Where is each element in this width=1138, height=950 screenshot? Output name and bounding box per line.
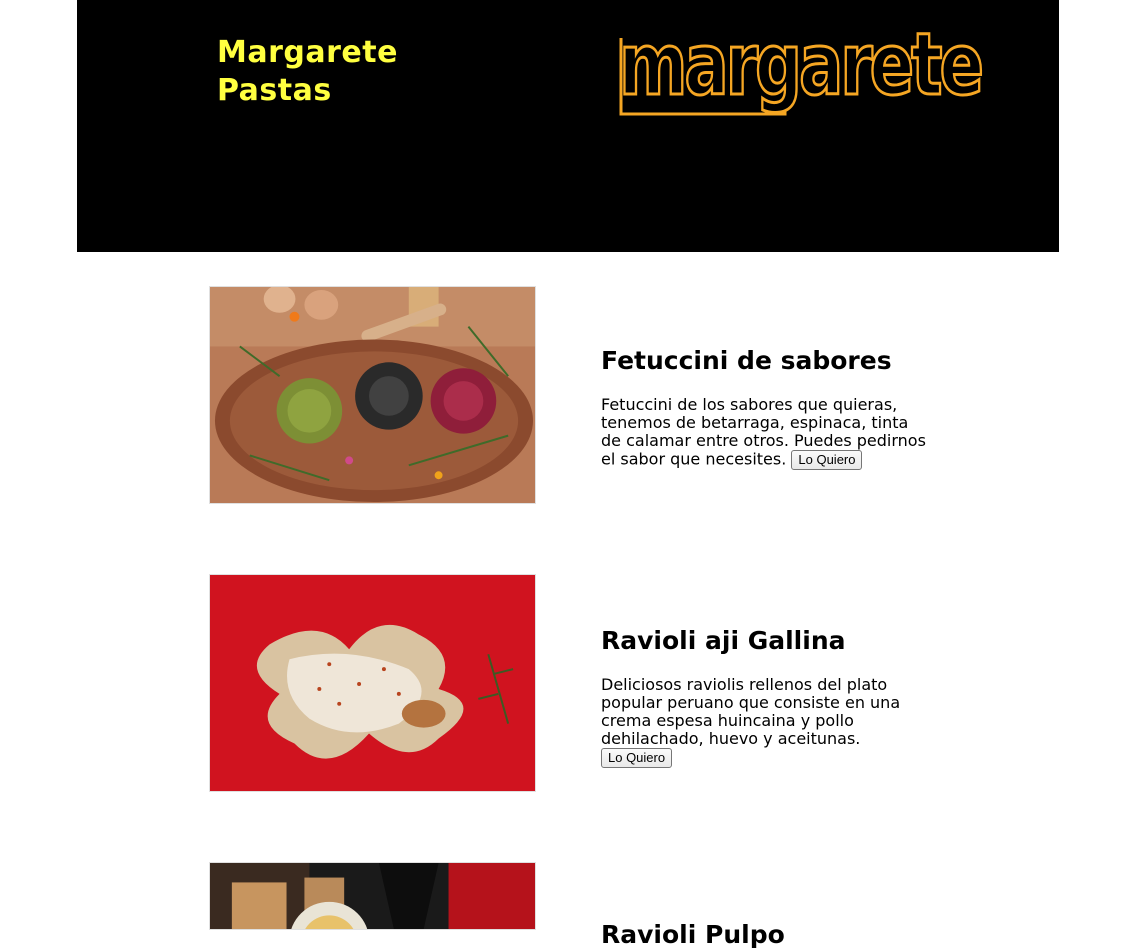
product-info: Ravioli Pulpo	[601, 920, 931, 950]
product-description: Deliciosos raviolis rellenos del plato p…	[601, 676, 931, 768]
product-name: Ravioli Pulpo	[601, 920, 785, 949]
margarete-logo: margarete margarete	[618, 14, 986, 117]
product-info: Fetuccini de sabores Fetuccini de los sa…	[601, 346, 931, 470]
product-info: Ravioli aji Gallina Deliciosos raviolis …	[601, 626, 931, 768]
product-image-ravioli	[209, 574, 536, 792]
product-name: Fetuccini de sabores	[601, 346, 892, 375]
product-image-ravioli-pulpo	[209, 862, 536, 930]
product-image-fetuccini	[209, 286, 536, 504]
site-title-line1: Margarete	[217, 35, 398, 70]
site-header: Margarete Pastas margarete margarete	[77, 0, 1059, 252]
product-description-text: Fetuccini de los sabores que quieras, te…	[601, 395, 926, 469]
svg-text:margarete: margarete	[619, 15, 982, 115]
lo-quiero-button[interactable]: Lo Quiero	[601, 748, 673, 768]
site-title: Margarete Pastas	[217, 34, 398, 110]
site-title-line2: Pastas	[217, 73, 332, 108]
product-description-text: Deliciosos raviolis rellenos del plato p…	[601, 675, 901, 748]
product-name: Ravioli aji Gallina	[601, 626, 846, 655]
lo-quiero-button[interactable]: Lo Quiero	[791, 450, 863, 470]
product-description: Fetuccini de los sabores que quieras, te…	[601, 396, 931, 470]
